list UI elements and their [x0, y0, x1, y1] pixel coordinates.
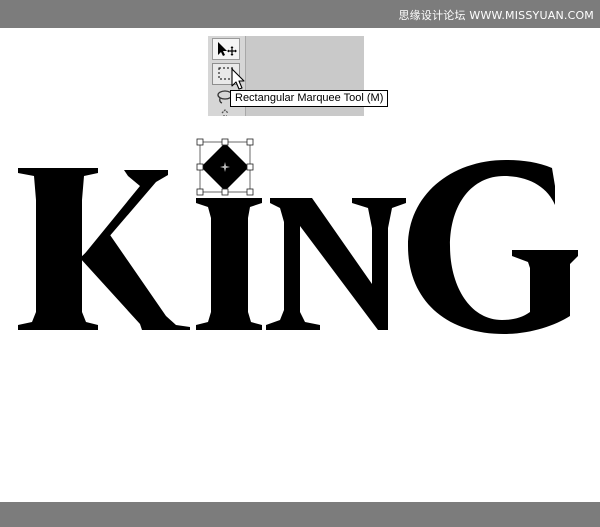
quick-selection-icon: [221, 109, 229, 116]
letter-n: [266, 198, 406, 330]
letter-g: [408, 160, 578, 334]
letter-i: [196, 198, 262, 330]
king-letters: [18, 160, 578, 334]
bottom-bar: [0, 502, 600, 527]
move-tool-button[interactable]: [212, 38, 240, 60]
top-bar: 思缘设计论坛 WWW.MISSYUAN.COM: [0, 0, 600, 28]
quick-selection-tool-button[interactable]: [212, 106, 240, 116]
letter-k: [18, 168, 190, 330]
king-artwork: [18, 138, 578, 334]
document-canvas[interactable]: [0, 118, 600, 502]
site-watermark: 思缘设计论坛 WWW.MISSYUAN.COM: [398, 9, 594, 22]
tool-tooltip: Rectangular Marquee Tool (M): [230, 90, 389, 107]
mouse-cursor-icon: [231, 68, 245, 90]
diamond-selection[interactable]: [196, 138, 254, 196]
move-icon: [218, 42, 237, 56]
